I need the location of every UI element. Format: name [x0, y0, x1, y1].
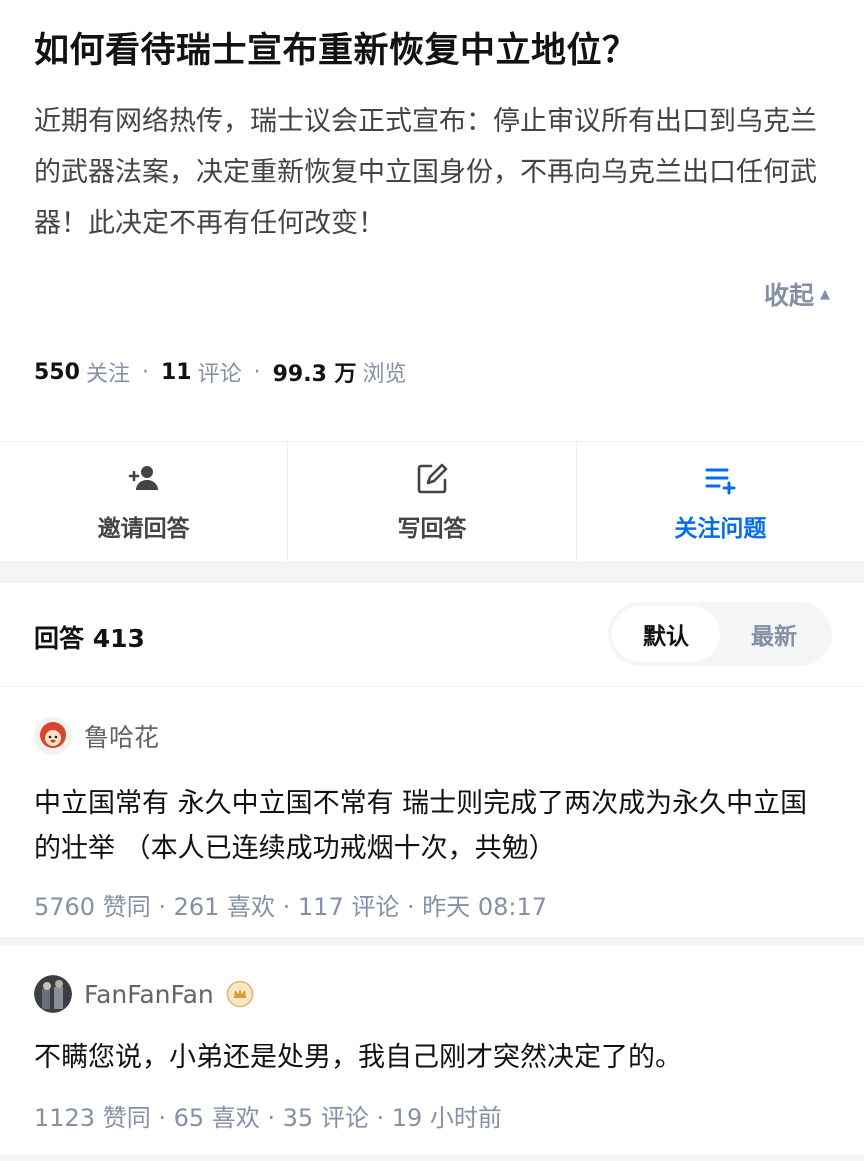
- invite-answer-button[interactable]: 邀请回答: [0, 442, 289, 561]
- followers-count: 550: [34, 359, 80, 385]
- followers-label: 关注: [85, 362, 130, 387]
- sort-default-option[interactable]: 默认: [612, 606, 720, 662]
- comments-count[interactable]: 11: [161, 360, 192, 385]
- views-label: 浏览: [362, 362, 407, 387]
- follow-list-icon: [702, 461, 738, 501]
- views-count: 99.3 万: [272, 362, 357, 387]
- question-description: 近期有网络热传，瑞士议会正式宣布：停止审议所有出口到乌克兰的武器法案，决定重新恢…: [34, 106, 817, 239]
- collapse-button[interactable]: 收起 ▲: [764, 276, 830, 312]
- answer-divider: [0, 937, 864, 945]
- invite-user-icon: [126, 461, 162, 501]
- chevron-up-icon: ▲: [820, 286, 830, 302]
- answer-divider: [0, 1155, 864, 1161]
- answers-count: 回答 413: [34, 624, 145, 653]
- answer-author[interactable]: 鲁哈花: [34, 717, 830, 755]
- section-divider: [0, 561, 864, 583]
- author-name[interactable]: FanFanFan: [84, 980, 214, 1009]
- answer-body[interactable]: 不瞒您说，小弟还是处男，我自己刚才突然决定了的。: [34, 1035, 830, 1080]
- answer-meta: 1123 赞同 · 65 喜欢 · 35 评论 · 19 小时前: [34, 1104, 502, 1132]
- follow-question-label: 关注问题: [674, 515, 767, 542]
- write-answer-label: 写回答: [397, 515, 467, 542]
- separator-dot: ·: [141, 359, 149, 385]
- edit-icon: [414, 461, 450, 501]
- avatar[interactable]: [34, 717, 72, 755]
- question-stats: 550 关注 · 11 评论 · 99.3 万 浏览: [34, 356, 407, 388]
- question-actions: 邀请回答 写回答 关注问题: [0, 441, 864, 561]
- answer-item[interactable]: 鲁哈花 中立国常有 永久中立国不常有 瑞士则完成了两次成为永久中立国的壮举 （本…: [0, 687, 864, 937]
- author-name[interactable]: 鲁哈花: [84, 718, 159, 754]
- separator-dot: ·: [253, 359, 261, 385]
- comments-label[interactable]: 评论: [198, 356, 242, 388]
- invite-answer-label: 邀请回答: [97, 515, 190, 542]
- answer-body[interactable]: 中立国常有 永久中立国不常有 瑞士则完成了两次成为永久中立国的壮举 （本人已连续…: [34, 781, 830, 871]
- question-section: 如何看待瑞士宣布重新恢复中立地位？ 近期有网络热传，瑞士议会正式宣布：停止审议所…: [0, 0, 864, 440]
- answer-author[interactable]: FanFanFan: [34, 975, 830, 1013]
- answers-header: 回答 413 默认 最新: [0, 583, 864, 687]
- follow-question-button[interactable]: 关注问题: [577, 442, 864, 561]
- avatar[interactable]: [34, 975, 72, 1013]
- answer-meta: 5760 赞同 · 261 喜欢 · 117 评论 · 昨天 08:17: [34, 893, 548, 921]
- question-title: 如何看待瑞士宣布重新恢复中立地位？: [34, 31, 638, 71]
- sort-latest-option[interactable]: 最新: [720, 606, 828, 662]
- answer-item[interactable]: FanFanFan 不瞒您说，小弟还是处男，我自己刚才突然决定了的。 1123 …: [0, 945, 864, 1155]
- write-answer-button[interactable]: 写回答: [288, 442, 577, 561]
- collapse-label: 收起: [763, 281, 814, 310]
- crown-badge-icon: [226, 980, 254, 1008]
- sort-toggle: 默认 最新: [608, 602, 832, 666]
